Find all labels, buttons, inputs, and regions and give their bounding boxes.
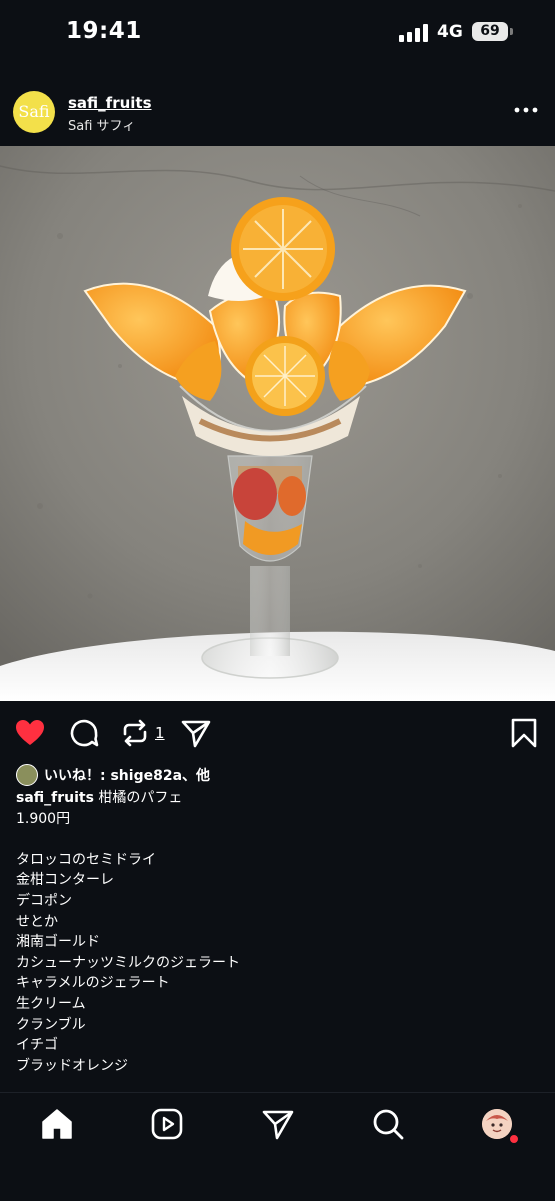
caption-first-line: safi_fruits 柑橘のパフェ (16, 788, 541, 809)
network-label: 4G (437, 22, 463, 42)
send-icon[interactable] (261, 1107, 295, 1141)
repost-count[interactable]: 1 (155, 724, 165, 742)
profile-avatar[interactable] (482, 1109, 512, 1139)
caption-price: 1.900円 (16, 810, 71, 827)
send-icon[interactable] (180, 717, 212, 749)
post-actions: 1 (0, 703, 555, 761)
ingredient-item: キャラメルのジェラート (16, 975, 170, 992)
ingredient-item: 金柑コンターレ (16, 872, 114, 889)
likes-text[interactable]: いいね！: shige82a、他 (44, 765, 210, 785)
more-options-icon[interactable] (512, 100, 540, 120)
caption-title: 柑橘のパフェ (98, 790, 183, 806)
ingredient-item: デコポン (16, 892, 72, 909)
ingredient-item: イチゴ (16, 1037, 58, 1054)
search-icon[interactable] (371, 1107, 405, 1141)
signal-icon (399, 24, 428, 42)
parfait-photo (0, 146, 555, 701)
bookmark-icon[interactable] (508, 717, 540, 749)
post-photo[interactable] (0, 146, 555, 701)
ingredient-item: ブラッドオレンジ (16, 1057, 128, 1074)
ingredient-item: 生クリーム (16, 995, 86, 1012)
battery-level: 69 (480, 23, 500, 39)
bottom-nav (0, 1092, 555, 1201)
comment-icon[interactable] (68, 717, 100, 749)
ingredient-item: カシューナッツミルクのジェラート (16, 954, 240, 971)
heart-icon[interactable] (14, 717, 46, 749)
account-avatar[interactable]: Safi (13, 91, 55, 133)
status-bar: 19:41 4G 69 (0, 0, 555, 62)
post-header: Safi safi_fruits Safi サフィ (0, 64, 555, 146)
battery-nub (510, 28, 513, 35)
reels-icon[interactable] (150, 1107, 184, 1141)
ingredient-item: せとか (16, 913, 58, 930)
caption-username[interactable]: safi_fruits (16, 790, 94, 806)
profile-picture (482, 1109, 512, 1139)
home-icon[interactable] (40, 1107, 74, 1141)
ingredient-item: 湘南ゴールド (16, 934, 100, 951)
ingredient-item: クランブル (16, 1016, 86, 1033)
liker-avatar (16, 764, 38, 786)
notification-dot (508, 1133, 520, 1145)
repost-icon[interactable] (119, 717, 151, 749)
battery-icon: 69 (472, 22, 508, 41)
account-subtitle[interactable]: Safi サフィ (68, 115, 135, 134)
status-time: 19:41 (66, 18, 142, 44)
post-caption: safi_fruits 柑橘のパフェ 1.900円 タロッコのセミドライ 金柑コ… (16, 788, 541, 1076)
ingredient-item: タロッコのセミドライ (16, 851, 156, 868)
account-username[interactable]: safi_fruits (68, 94, 152, 112)
